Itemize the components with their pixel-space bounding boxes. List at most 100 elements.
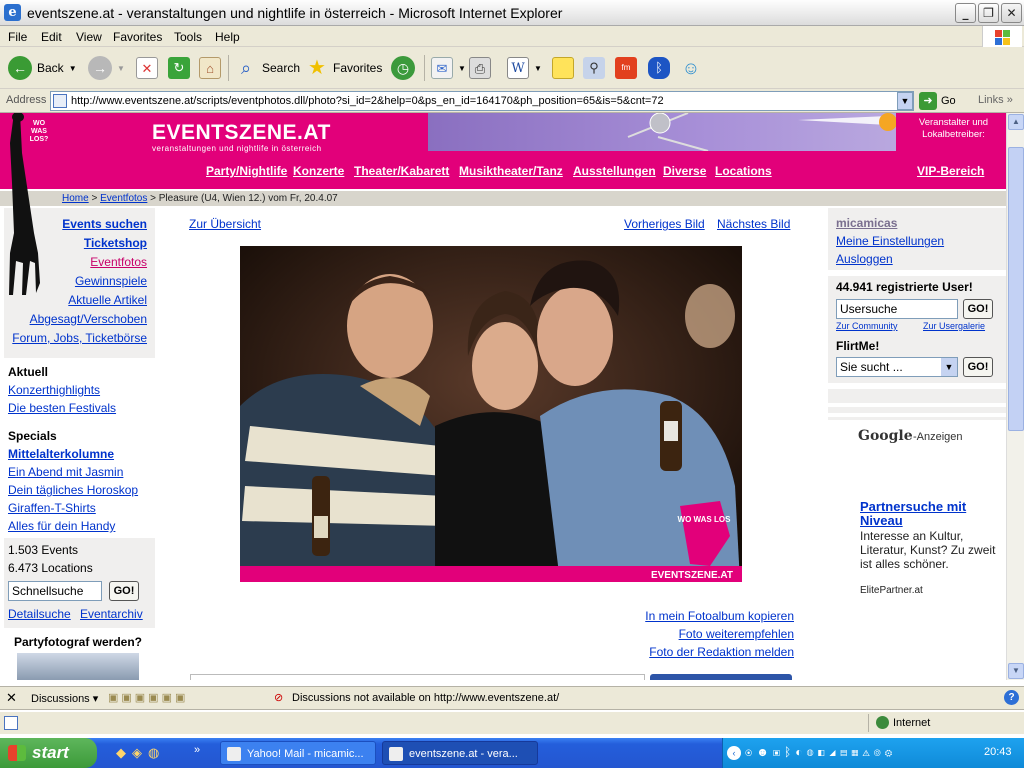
username-link[interactable]: micamicas	[836, 216, 897, 230]
svg-text:LOS?: LOS?	[30, 136, 49, 143]
link-copy-album[interactable]: In mein Fotoalbum kopieren	[645, 609, 794, 623]
flirt-select[interactable]: Sie sucht ... ▼	[836, 357, 958, 377]
messenger-people-button[interactable]: ☺	[680, 53, 702, 83]
link-handy[interactable]: Alles für dein Handy	[8, 519, 115, 533]
scroll-down-arrow[interactable]: ▼	[1008, 663, 1024, 679]
task-eventszene[interactable]: eventszene.at - vera...	[382, 741, 538, 765]
menu-favorites[interactable]: Favorites	[113, 30, 162, 44]
notes-button[interactable]	[552, 53, 574, 83]
bluetooth-button[interactable]: ᛒ	[648, 53, 670, 83]
giraffe-logo[interactable]: WO WAS LOS?	[4, 113, 50, 303]
back-button[interactable]: ← Back ▼	[8, 53, 77, 83]
edit-button[interactable]: W ▼	[507, 53, 542, 83]
link-overview[interactable]: Zur Übersicht	[189, 217, 261, 231]
breadcrumb-eventfotos[interactable]: Eventfotos	[100, 193, 147, 204]
search-button[interactable]: ⌕ Search	[235, 53, 300, 83]
task-yahoo-mail[interactable]: Yahoo! Mail - micamic...	[220, 741, 376, 765]
link-detailsuche[interactable]: Detailsuche	[8, 607, 71, 621]
discussion-tools-icons[interactable]: ▣▣▣▣▣▣	[108, 691, 258, 707]
nav-party[interactable]: Party/Nightlife	[206, 164, 287, 178]
maximize-button[interactable]: ❐	[978, 3, 999, 23]
site-brand[interactable]: EVENTSZENE.AT	[152, 121, 331, 145]
quicksearch-go-button[interactable]: GO!	[109, 581, 139, 601]
help-icon[interactable]: ?	[1004, 690, 1019, 705]
link-events-suchen[interactable]: Events suchen	[62, 217, 147, 231]
link-community[interactable]: Zur Community	[836, 321, 898, 331]
scroll-thumb[interactable]	[1008, 147, 1024, 431]
messenger-button[interactable]: ⚲	[583, 53, 605, 83]
nav-locations[interactable]: Locations	[715, 164, 772, 178]
link-abend-jasmin[interactable]: Ein Abend mit Jasmin	[8, 465, 123, 479]
menu-tools[interactable]: Tools	[174, 30, 202, 44]
nav-musiktheater[interactable]: Musiktheater/Tanz	[459, 164, 563, 178]
title-bar[interactable]: e eventszene.at - veranstaltungen und ni…	[0, 0, 1024, 26]
addon-button[interactable]: fm	[615, 53, 637, 83]
home-button[interactable]: ⌂	[199, 53, 221, 83]
usersearch-go-button[interactable]: GO!	[963, 299, 993, 319]
link-usergalerie[interactable]: Zur Usergalerie	[923, 321, 985, 331]
quicksearch-input[interactable]: Schnellsuche	[8, 581, 102, 601]
nav-diverse[interactable]: Diverse	[663, 164, 706, 178]
menu-edit[interactable]: Edit	[41, 30, 62, 44]
print-button[interactable]: ⎙	[469, 53, 491, 83]
address-input[interactable]: http://www.eventszene.at/scripts/eventph…	[50, 91, 914, 111]
divider	[828, 413, 1006, 417]
start-button[interactable]: start	[0, 738, 97, 768]
nav-vip[interactable]: VIP-Bereich	[917, 164, 984, 178]
menu-view[interactable]: View	[76, 30, 102, 44]
menu-help[interactable]: Help	[215, 30, 240, 44]
scroll-up-arrow[interactable]: ▲	[1008, 114, 1024, 130]
link-mittelalterkolumne[interactable]: Mittelalterkolumne	[8, 447, 114, 461]
link-gewinnspiele[interactable]: Gewinnspiele	[75, 274, 147, 288]
favorites-button[interactable]: ★ Favorites	[306, 53, 382, 83]
link-horoskop[interactable]: Dein tägliches Horoskop	[8, 483, 138, 497]
refresh-button[interactable]: ↻	[168, 53, 190, 83]
quick-launch-more[interactable]: »	[194, 744, 200, 756]
events-count: 1.503 Events	[8, 543, 79, 557]
link-aktuelle-artikel[interactable]: Aktuelle Artikel	[68, 293, 147, 307]
link-report[interactable]: Foto der Redaktion melden	[649, 645, 794, 659]
quick-launch-icons[interactable]: ◆◈◍	[116, 745, 165, 761]
history-button[interactable]: ◷	[391, 53, 415, 83]
link-giraffen-shirts[interactable]: Giraffen-T-Shirts	[8, 501, 96, 515]
link-settings[interactable]: Meine Einstellungen	[836, 234, 944, 248]
link-festivals[interactable]: Die besten Festivals	[8, 401, 116, 415]
minimize-button[interactable]: _	[955, 3, 976, 23]
link-forum[interactable]: Forum, Jobs, Ticketbörse	[12, 331, 147, 345]
breadcrumb-home[interactable]: Home	[62, 193, 89, 204]
mail-button[interactable]: ✉ ▼	[431, 53, 466, 83]
event-photo[interactable]: EVENTSZENE.AT WO WAS LOS	[240, 246, 742, 582]
nav-theater[interactable]: Theater/Kabarett	[354, 164, 449, 178]
discussions-close-icon[interactable]: ✕	[6, 690, 17, 706]
link-abgesagt[interactable]: Abgesagt/Verschoben	[30, 312, 147, 326]
page-status-icon	[4, 716, 18, 730]
usersearch-input[interactable]: Usersuche	[836, 299, 958, 319]
flirt-go-button[interactable]: GO!	[963, 357, 993, 377]
stop-button[interactable]: ✕	[136, 53, 158, 83]
status-bar: Internet	[0, 712, 1024, 734]
link-prev-photo[interactable]: Vorheriges Bild	[624, 217, 705, 231]
address-dropdown[interactable]: ▼	[897, 92, 913, 110]
vertical-scrollbar[interactable]: ▲ ▼	[1006, 113, 1024, 680]
link-konzerthighlights[interactable]: Konzerthighlights	[8, 383, 100, 397]
link-eventarchiv[interactable]: Eventarchiv	[80, 607, 143, 621]
link-recommend[interactable]: Foto weiterempfehlen	[679, 627, 794, 641]
link-ticketshop[interactable]: Ticketshop	[84, 236, 147, 250]
tray-expand-icon[interactable]: ‹	[727, 746, 741, 760]
close-button[interactable]: ✕	[1001, 3, 1022, 23]
links-button[interactable]: Links »	[978, 94, 1013, 106]
menu-file[interactable]: File	[8, 30, 27, 44]
ad-url[interactable]: ElitePartner.at	[860, 585, 923, 596]
forward-button[interactable]: → ▼	[88, 53, 125, 83]
link-logout[interactable]: Ausloggen	[836, 252, 893, 266]
nav-konzerte[interactable]: Konzerte	[293, 164, 344, 178]
link-next-photo[interactable]: Nächstes Bild	[717, 217, 790, 231]
fotograf-image[interactable]	[17, 653, 139, 680]
link-eventfotos[interactable]: Eventfotos	[90, 255, 147, 269]
nav-ausstellungen[interactable]: Ausstellungen	[573, 164, 656, 178]
ad-title-link[interactable]: Partnersuche mit Niveau	[860, 500, 1000, 528]
go-button[interactable]: ➜ Go	[919, 92, 956, 110]
discussions-menu[interactable]: Discussions ▾	[31, 692, 98, 705]
banner-ad[interactable]	[428, 113, 897, 152]
tray-icons[interactable]: ◉☻▣ᛒ◐◍◧◢▤▦⚠◎⚙	[745, 745, 896, 759]
